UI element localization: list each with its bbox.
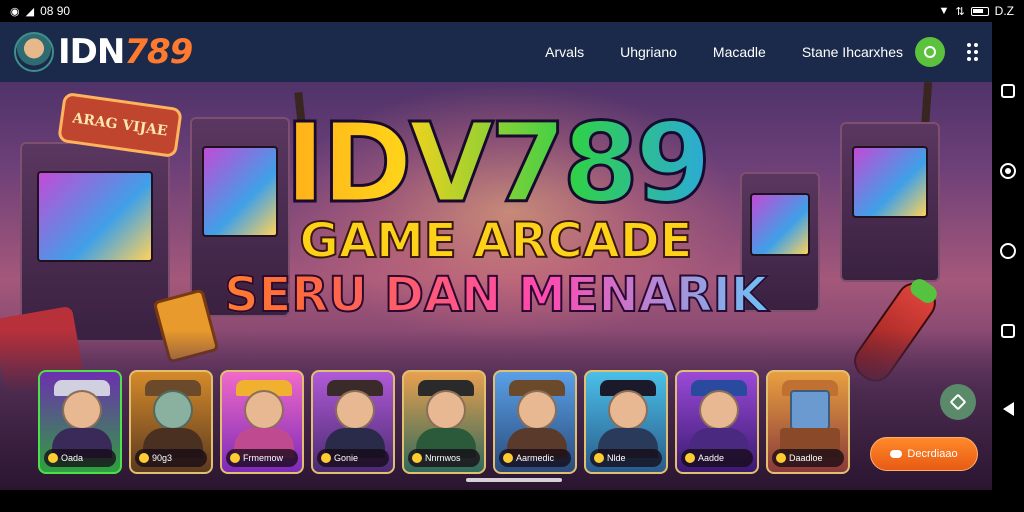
game-card[interactable]: Daadloe: [766, 370, 850, 474]
game-card-label: Gonie: [317, 449, 389, 467]
hero-subtitle-2: SERU DAN MENARIK: [0, 267, 992, 323]
dot-icon: [974, 50, 978, 54]
dot-icon: [974, 57, 978, 61]
game-card-label: Daadloe: [772, 449, 844, 467]
arcade-cabinet-icon: [790, 390, 830, 430]
status-bar: ◉ ◢ 08 90 ▼ ⇅ D.Z: [0, 0, 1024, 22]
game-card[interactable]: Nlde: [584, 370, 668, 474]
app-viewport: ARAG VIJAE IDN789 Arvals Uhgriano Macadl…: [0, 22, 992, 490]
logo-prefix: IDN: [58, 32, 125, 72]
profile-button[interactable]: [915, 37, 945, 67]
wifi-icon: ◉: [10, 5, 20, 18]
character-portrait: [153, 390, 193, 430]
game-card[interactable]: Aarmedic: [493, 370, 577, 474]
coin-icon: [594, 453, 604, 463]
game-title: Frmemow: [243, 453, 283, 463]
main-nav: Arvals Uhgriano Macadle Stane Ihcarxhes: [545, 44, 903, 60]
dot-icon: [967, 43, 971, 47]
game-card-label: 90g3: [135, 449, 207, 467]
dot-icon: [974, 43, 978, 47]
character-portrait: [517, 390, 557, 430]
signal-icon: ◢: [25, 5, 35, 18]
system-nav-bar: [992, 22, 1024, 490]
game-card-label: Aarmedic: [499, 449, 571, 467]
cta-button[interactable]: Decrdiaao: [870, 437, 978, 471]
nav-link-uhgriano[interactable]: Uhgriano: [620, 44, 677, 60]
game-card[interactable]: Oada: [38, 370, 122, 474]
status-right-text: D.Z: [994, 4, 1014, 18]
character-portrait: [244, 390, 284, 430]
gamepad-icon: [890, 450, 903, 458]
back-icon[interactable]: [1002, 402, 1014, 416]
coin-icon: [412, 453, 422, 463]
hero-headline: IDV789 GAME ARCADE SERU DAN MENARIK: [0, 107, 992, 324]
game-title: Gonie: [334, 453, 359, 463]
top-header: IDN789 Arvals Uhgriano Macadle Stane Ihc…: [0, 22, 992, 82]
game-card[interactable]: Frmemow: [220, 370, 304, 474]
game-card-label: Oada: [44, 449, 116, 467]
wifi-icon: ▼: [938, 5, 950, 17]
coin-icon: [321, 453, 331, 463]
coin-icon: [48, 453, 58, 463]
coin-icon: [503, 453, 513, 463]
character-portrait: [335, 390, 375, 430]
logo-number: 789: [124, 32, 193, 72]
coin-icon: [139, 453, 149, 463]
dot-icon: [967, 57, 971, 61]
nav-link-stane-ihcarxhes[interactable]: Stane Ihcarxhes: [802, 44, 903, 60]
share-icon: [949, 393, 967, 411]
battery-icon: [970, 6, 989, 16]
hero-subtitle-1: GAME ARCADE: [299, 213, 694, 269]
game-title: Nnrnwos: [425, 453, 461, 463]
home-icon[interactable]: [1000, 243, 1016, 259]
share-button[interactable]: [940, 384, 976, 420]
game-title: Oada: [61, 453, 84, 463]
status-time: 08 90: [40, 4, 71, 18]
data-icon: ⇅: [955, 5, 965, 18]
game-card[interactable]: Gonie: [311, 370, 395, 474]
game-title: Nlde: [607, 453, 626, 463]
logo-text: IDN789: [58, 32, 193, 72]
character-portrait: [699, 390, 739, 430]
game-card-label: Frmemow: [226, 449, 298, 467]
game-card-label: Nlde: [590, 449, 662, 467]
character-portrait: [62, 390, 102, 430]
more-menu-button[interactable]: [967, 43, 978, 61]
hero-title: IDV789: [0, 107, 992, 220]
nav-link-arvals[interactable]: Arvals: [545, 44, 584, 60]
user-icon: [924, 46, 936, 58]
recents-icon[interactable]: [1001, 84, 1015, 98]
bottom-letterbox: [0, 490, 1024, 512]
coin-icon: [230, 453, 240, 463]
character-portrait: [608, 390, 648, 430]
game-card[interactable]: 90g3: [129, 370, 213, 474]
mascot-icon: [14, 32, 54, 72]
cta-label: Decrdiaao: [907, 448, 958, 460]
game-card[interactable]: Aadde: [675, 370, 759, 474]
overview-icon[interactable]: [1001, 323, 1015, 338]
nav-link-macadle[interactable]: Macadle: [713, 44, 766, 60]
game-card-label: Aadde: [681, 449, 753, 467]
game-title: Aarmedic: [516, 453, 555, 463]
game-card[interactable]: Nnrnwos: [402, 370, 486, 474]
assistant-icon[interactable]: [1000, 162, 1016, 179]
game-title: 90g3: [152, 453, 173, 463]
coin-icon: [776, 453, 786, 463]
site-logo[interactable]: IDN789: [14, 32, 193, 72]
home-indicator[interactable]: [466, 478, 562, 482]
coin-icon: [685, 453, 695, 463]
game-card-label: Nnrnwos: [408, 449, 480, 467]
dot-icon: [967, 50, 971, 54]
game-title: Aadde: [698, 453, 725, 463]
character-portrait: [426, 390, 466, 430]
game-card-row: Oada 90g3 Frmemow Gonie Nnrnwos Aarmedic…: [38, 370, 850, 474]
game-title: Daadloe: [789, 453, 823, 463]
